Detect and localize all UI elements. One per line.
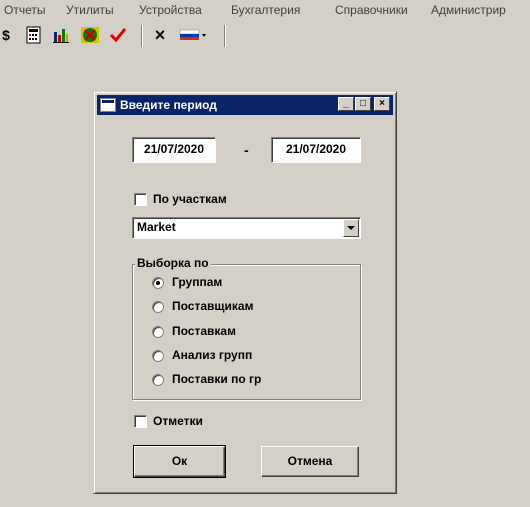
chevron-down-icon[interactable]: [343, 219, 359, 237]
selection-group-title: Выборка по: [135, 256, 211, 270]
period-dialog: Введите период _ □ × 21/07/2020 - 21/07/…: [93, 91, 397, 494]
toolbar-separator: [141, 25, 143, 47]
date-from-field[interactable]: 21/07/2020: [132, 137, 216, 163]
radio-groups[interactable]: [152, 277, 164, 289]
window-icon: [100, 98, 116, 112]
radio-deliveries-by-group[interactable]: [152, 374, 164, 386]
flag-icon[interactable]: [179, 25, 209, 45]
dialog-title: Введите период: [120, 98, 217, 112]
close-icon[interactable]: ×: [150, 25, 170, 45]
marks-label: Отметки: [153, 414, 203, 428]
radio-groups-label: Группам: [172, 275, 223, 289]
marks-checkbox[interactable]: [134, 415, 147, 428]
by-sites-checkbox[interactable]: [134, 193, 147, 206]
calculator-icon[interactable]: [24, 25, 44, 45]
radio-suppliers-label: Поставщикам: [172, 299, 254, 313]
menu-item-accounting[interactable]: Бухгалтерия: [231, 3, 300, 17]
menu-item-utilities[interactable]: Утилиты: [66, 3, 114, 17]
site-select-value: Market: [137, 220, 176, 234]
menu-bar: Отчеты Утилиты Устройства Бухгалтерия Сп…: [0, 0, 530, 20]
by-sites-label: По участкам: [153, 192, 227, 206]
ok-button[interactable]: Ок: [133, 445, 226, 478]
menu-item-devices[interactable]: Устройства: [139, 3, 202, 17]
menu-item-administration[interactable]: Администрир: [431, 3, 506, 17]
menu-item-directories[interactable]: Справочники: [335, 3, 408, 17]
date-separator: -: [244, 142, 249, 158]
radio-suppliers[interactable]: [152, 301, 164, 313]
close-button[interactable]: ×: [374, 97, 390, 111]
date-to-field[interactable]: 21/07/2020: [271, 137, 361, 163]
refresh-icon[interactable]: [80, 25, 100, 45]
radio-group-analysis-label: Анализ групп: [172, 348, 253, 362]
menu-item-reports[interactable]: Отчеты: [4, 3, 45, 17]
minimize-button[interactable]: _: [338, 97, 354, 111]
radio-deliveries[interactable]: [152, 326, 164, 338]
dialog-titlebar[interactable]: Введите период _ □ ×: [97, 95, 393, 115]
radio-deliveries-by-group-label: Поставки по гр: [172, 372, 262, 386]
cancel-button[interactable]: Отмена: [261, 446, 359, 477]
radio-group-analysis[interactable]: [152, 350, 164, 362]
site-select[interactable]: Market: [132, 217, 361, 239]
toolbar: $ ×: [0, 22, 530, 48]
bar-chart-icon[interactable]: [51, 25, 71, 45]
check-icon[interactable]: [108, 25, 128, 45]
toolbar-separator: [224, 25, 226, 47]
maximize-button[interactable]: □: [355, 97, 371, 111]
dollar-icon[interactable]: $: [0, 25, 12, 45]
radio-deliveries-label: Поставкам: [172, 324, 236, 338]
